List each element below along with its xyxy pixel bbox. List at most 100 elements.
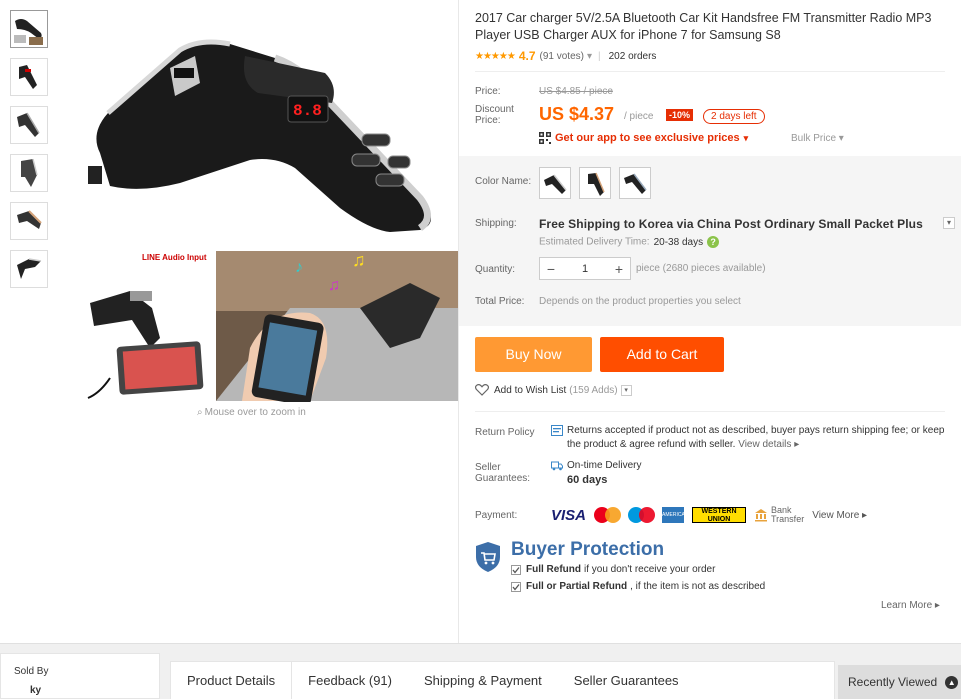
estimated-delivery-value: 20-38 days [653,236,704,248]
price-unit: / piece [624,111,654,122]
amex-icon: AMERICAN EXPRESS [662,507,688,534]
plus-button[interactable]: + [608,261,630,277]
thumbnail-1[interactable] [10,10,48,48]
view-details-text: View details [738,439,792,450]
star-rating-icon: ★★★★★ [475,50,516,62]
thumbnail-2[interactable] [10,58,48,96]
app-promo-link[interactable]: Get our app to see exclusive prices ▾ [539,132,748,144]
payment-label: Payment: [475,510,518,521]
pieces-available: piece (2680 pieces available) [636,263,766,274]
zoom-hint: ⌕ Mouse over to zoom in [195,407,306,418]
western-union-top: WESTERN [701,508,737,515]
buyer-protection-shield-icon [476,542,500,572]
rating-score[interactable]: 4.7 [519,49,536,63]
thumbnail-6[interactable] [10,250,48,288]
wishlist-label: Add to Wish List [494,384,567,396]
app-promo-text: Get our app to see exclusive prices [555,132,740,144]
view-more-text: View More [812,509,860,521]
bank-transfer-bottom: Transfer [771,514,805,524]
arrow-right-icon: ▸ [862,509,868,521]
visa-icon: VISA [551,506,587,524]
estimated-delivery: Estimated Delivery Time: 20-38 days? [539,236,720,248]
original-price: US $4.85 / piece [539,86,613,97]
minus-button[interactable]: − [540,261,562,277]
arrow-right-icon: ▸ [934,600,940,611]
discount-price-label: Discount Price: [475,104,514,126]
chevron-down-icon: ▾ [743,132,749,143]
learn-more-text: Learn More [881,600,933,611]
tab-shipping-payment[interactable]: Shipping & Payment [408,662,558,699]
svg-text:8.8: 8.8 [293,102,322,120]
help-icon[interactable]: ? [707,236,720,248]
car-charger-illustration: 8.8 [88,39,431,232]
view-more-link[interactable]: View More ▸ [812,510,867,521]
magnifier-icon: ⌕ [197,407,203,418]
sold-by-label: Sold By [14,666,49,677]
full-refund-label: Full Refund [526,564,581,575]
mastercard-icon [594,506,622,524]
thumbnail-5[interactable] [10,202,48,240]
partial-refund-line: Full or Partial Refund , if the item is … [511,581,765,592]
recently-viewed-button[interactable]: Recently Viewed ▲ [838,665,961,699]
quantity-input[interactable]: 1 [562,263,608,275]
add-to-cart-button[interactable]: Add to Cart [600,337,724,372]
maestro-icon [628,506,656,524]
partial-refund-label: Full or Partial Refund [526,581,628,592]
return-policy-text: Returns accepted if product not as descr… [567,424,952,452]
recently-viewed-label: Recently Viewed [848,675,938,689]
wishlist-row[interactable]: Add to Wish List (159 Adds) ▾ [475,384,632,396]
discount-badge: -10% [666,109,694,121]
quantity-label: Quantity: [475,264,516,275]
tab-feedback[interactable]: Feedback (91) [292,662,408,699]
shipping-method[interactable]: Free Shipping to Korea via China Post Or… [539,217,923,231]
tab-product-details[interactable]: Product Details [171,662,293,699]
tab-seller-guarantees[interactable]: Seller Guarantees [558,662,695,699]
checkbox-icon [511,564,521,575]
thumbnail-3[interactable] [10,106,48,144]
partial-refund-text: , if the item is not as described [630,581,766,592]
thumbnail-4[interactable] [10,154,48,192]
view-details-link[interactable]: View details ▸ [738,439,799,450]
delivery-days: 60 days [567,474,608,486]
on-time-delivery: On-time Delivery [567,460,642,471]
bank-transfer-icon: Bank Transfer [754,506,804,524]
orders-count: 202 orders [608,50,657,62]
color-option-1[interactable] [539,167,571,199]
votes-caret-icon[interactable]: ▾ [587,51,592,62]
product-page: 8.8 LINE Audio Input ♪ ♫ ♫ ⌕ Mouse over … [0,0,961,699]
shipping-dropdown-icon[interactable]: ▾ [943,217,955,229]
chevron-up-icon: ▲ [945,676,959,690]
quantity-stepper: − 1 + [539,257,631,280]
full-refund-text: if you don't receive your order [584,564,716,575]
seller-guarantees-label: Seller Guarantees: [475,462,531,484]
main-product-image[interactable]: 8.8 LINE Audio Input ♪ ♫ ♫ [70,8,458,406]
divider: | [598,50,601,62]
bulk-price-link[interactable]: Bulk Price ▾ [791,133,844,144]
svg-text:♫: ♫ [328,277,340,294]
current-price: US $4.37 [539,104,615,124]
seller-name[interactable]: ky [30,685,41,696]
learn-more-link[interactable]: Learn More ▸ [881,600,940,611]
color-option-3[interactable] [619,167,651,199]
product-title: 2017 Car charger 5V/2.5A Bluetooth Car K… [475,11,932,42]
total-price-value: Depends on the product properties you se… [539,296,741,307]
shipping-label: Shipping: [475,218,517,229]
color-option-2[interactable] [579,167,611,199]
buyer-protection-title: Buyer Protection [511,539,665,560]
svg-text:♫: ♫ [352,250,366,270]
days-left-badge: 2 days left [703,109,765,124]
votes-count[interactable]: (91 votes) [540,51,584,62]
qr-code-icon [539,132,551,144]
rating-row: ★★★★★ 4.7 (91 votes) ▾ | 202 orders [475,49,656,63]
estimated-delivery-label: Estimated Delivery Time: [539,236,650,248]
wishlist-count: (159 Adds) [569,384,618,396]
full-refund-line: Full Refund if you don't receive your or… [511,564,715,575]
chevron-down-icon[interactable]: ▾ [620,384,632,396]
buy-now-button[interactable]: Buy Now [475,337,592,372]
zoom-hint-text: Mouse over to zoom in [204,407,306,418]
delivery-truck-icon [551,461,563,471]
bank-building-icon [755,509,768,522]
total-price-label: Total Price: [475,296,525,307]
checkbox-icon [511,581,521,592]
product-info-panel: 2017 Car charger 5V/2.5A Bluetooth Car K… [458,0,961,643]
